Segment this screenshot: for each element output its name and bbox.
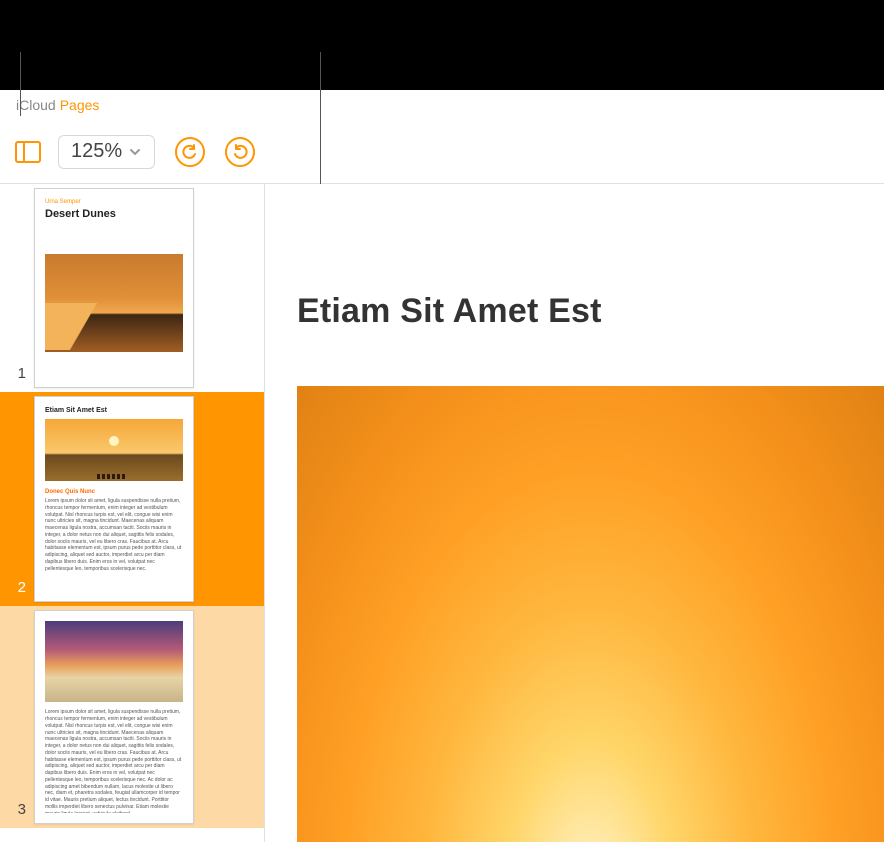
callout-line xyxy=(20,52,21,116)
thumb-heading: Etiam Sit Amet Est xyxy=(45,407,183,414)
thumb-body-text: Lorem ipsum dolor sit amet, ligula suspe… xyxy=(45,709,183,813)
thumb-title: Desert Dunes xyxy=(45,208,183,220)
undo-redo-group xyxy=(175,137,255,167)
thumb-body-text: Lorem ipsum dolor sit amet, ligula suspe… xyxy=(45,498,183,572)
document-heading[interactable]: Etiam Sit Amet Est xyxy=(297,292,602,331)
app-header: iCloud Pages xyxy=(0,90,884,120)
thumb-image-dunes xyxy=(45,254,183,352)
page-thumbnail-row-selected[interactable]: 2 Etiam Sit Amet Est Donec Quis Nunc Lor… xyxy=(0,392,264,606)
page-thumbnail[interactable]: Etiam Sit Amet Est Donec Quis Nunc Lorem… xyxy=(34,396,194,602)
redo-button[interactable] xyxy=(225,137,255,167)
thumb-eyebrow: Urna Semper xyxy=(45,199,183,205)
top-callout-region xyxy=(0,0,884,90)
zoom-value: 125% xyxy=(71,140,122,163)
thumb-image-sky xyxy=(45,621,183,702)
camel-silhouettes xyxy=(97,474,125,479)
pages-label: Pages xyxy=(60,97,100,113)
redo-icon xyxy=(232,144,248,160)
chevron-down-icon xyxy=(128,145,142,159)
page-thumbnail-row[interactable]: 1 Urna Semper Desert Dunes xyxy=(0,184,264,392)
view-options-button[interactable] xyxy=(12,136,44,168)
page-thumbnail[interactable]: Urna Semper Desert Dunes xyxy=(34,188,194,388)
page-thumbnail[interactable]: Lorem ipsum dolor sit amet, ligula suspe… xyxy=(34,610,194,824)
page-thumbnail-row[interactable]: 3 Lorem ipsum dolor sit amet, ligula sus… xyxy=(0,606,264,828)
zoom-dropdown[interactable]: 125% xyxy=(58,135,155,169)
document-canvas[interactable]: Etiam Sit Amet Est xyxy=(265,184,884,842)
undo-button[interactable] xyxy=(175,137,205,167)
thumb-image-sunset xyxy=(45,419,183,481)
toolbar: 125% xyxy=(0,120,884,184)
undo-icon xyxy=(182,144,198,160)
page-number-label: 1 xyxy=(4,365,34,382)
thumb-subheading: Donec Quis Nunc xyxy=(45,489,183,495)
content-area: 1 Urna Semper Desert Dunes 2 Etiam Sit A… xyxy=(0,184,884,842)
icloud-label: iCloud xyxy=(16,97,56,113)
page-number-label: 3 xyxy=(4,801,34,818)
document-hero-image[interactable] xyxy=(297,386,884,842)
page-thumbnails-sidebar[interactable]: 1 Urna Semper Desert Dunes 2 Etiam Sit A… xyxy=(0,184,265,842)
sidebar-panel-icon xyxy=(15,141,41,163)
page-number-label: 2 xyxy=(4,579,34,596)
